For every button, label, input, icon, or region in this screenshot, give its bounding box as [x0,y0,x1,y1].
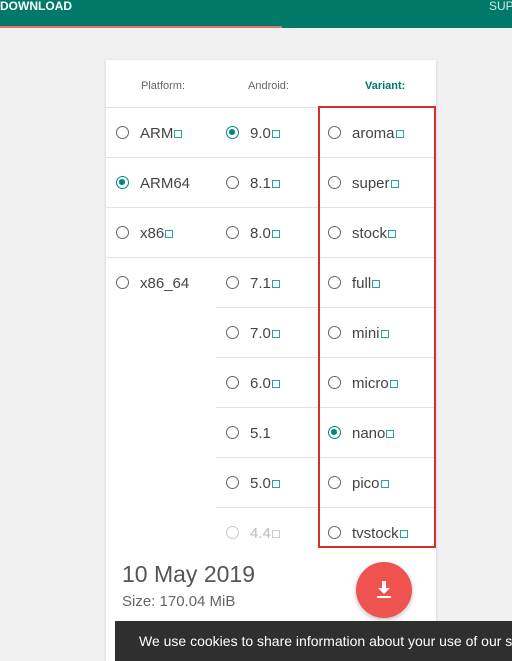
android-option-5-0[interactable]: 5.0 [216,457,318,508]
option-label: ARM [140,125,183,142]
radio-button[interactable] [116,226,129,239]
radio-button[interactable] [116,176,129,189]
option-label: 8.0 [250,225,280,242]
radio-button[interactable] [226,276,239,289]
release-date: 10 May 2019 [122,561,255,587]
option-label: 5.1 [250,425,271,442]
radio-button[interactable] [116,126,129,139]
external-link-icon[interactable] [271,530,280,538]
radio-button[interactable] [226,126,239,139]
radio-button[interactable] [226,476,239,489]
platform-option-x86_64[interactable]: x86_64 [106,257,216,308]
option-label: 8.1 [250,175,280,192]
tab-download[interactable]: DOWNLOAD [0,0,72,28]
android-option-5-1[interactable]: 5.1 [216,407,318,458]
variant-highlight-box [318,106,436,548]
external-link-icon[interactable] [165,230,174,238]
top-nav-bar: DOWNLOAD SUP [0,0,512,28]
android-option-6-0[interactable]: 6.0 [216,357,318,408]
platform-option-x86[interactable]: x86 [106,207,216,258]
radio-button[interactable] [226,376,239,389]
android-option-7-1[interactable]: 7.1 [216,257,318,308]
radio-button[interactable] [226,426,239,439]
external-link-icon[interactable] [271,330,280,338]
external-link-icon[interactable] [174,130,183,138]
radio-button[interactable] [226,226,239,239]
variant-header: Variant: [365,80,406,92]
external-link-icon[interactable] [271,130,280,138]
external-link-icon[interactable] [271,180,280,188]
radio-button[interactable] [116,276,129,289]
platform-option-arm64[interactable]: ARM64 [106,157,216,208]
option-label: 9.0 [250,125,280,142]
external-link-icon[interactable] [271,380,280,388]
release-size: Size: 170.04 MiB [122,593,236,610]
radio-button[interactable] [226,176,239,189]
download-icon [377,581,391,598]
radio-button[interactable] [226,526,239,539]
option-label: 6.0 [250,375,280,392]
android-option-4-4[interactable]: 4.4 [216,507,318,558]
external-link-icon[interactable] [271,230,280,238]
option-label: x86_64 [140,275,190,292]
android-header: Android: [248,80,289,92]
platform-header: Platform: [141,80,186,92]
option-label: ARM64 [140,175,191,192]
external-link-icon[interactable] [271,280,280,288]
radio-button[interactable] [226,326,239,339]
option-label: 4.4 [250,525,280,542]
tab-support[interactable]: SUP [489,0,512,28]
option-label: 5.0 [250,475,280,492]
android-option-8-0[interactable]: 8.0 [216,207,318,258]
option-label: 7.0 [250,325,280,342]
cookie-banner: We use cookies to share information abou… [115,621,512,661]
platform-option-arm[interactable]: ARM [106,107,216,158]
android-option-8-1[interactable]: 8.1 [216,157,318,208]
option-label: x86 [140,225,174,242]
download-button[interactable] [356,562,412,618]
android-option-9-0[interactable]: 9.0 [216,107,318,158]
android-option-7-0[interactable]: 7.0 [216,307,318,358]
external-link-icon[interactable] [271,480,280,488]
option-label: 7.1 [250,275,280,292]
active-tab-indicator [0,26,282,28]
